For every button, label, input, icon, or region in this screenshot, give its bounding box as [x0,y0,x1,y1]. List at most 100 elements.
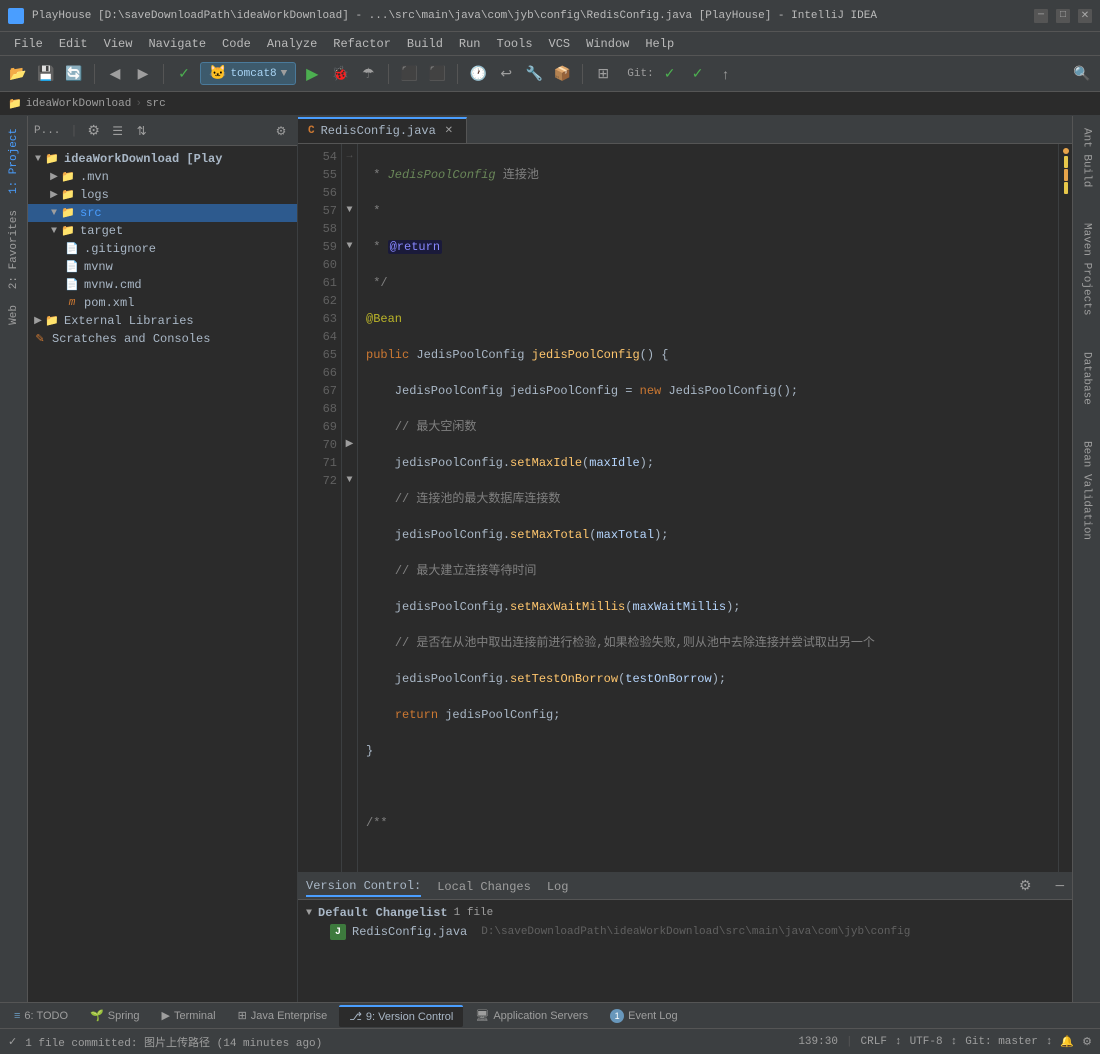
rollback-button[interactable]: ↩ [494,62,518,86]
panel-tab-project[interactable]: 1: Project [4,120,24,202]
menu-build[interactable]: Build [399,35,451,53]
minimize-button[interactable]: ─ [1034,9,1048,23]
tree-item-gitignore[interactable]: 📄 .gitignore [28,240,297,258]
sidebar-tool-gear[interactable]: ⚙ [271,121,291,141]
tool-tab-event-log[interactable]: 1 Event Log [600,1005,688,1027]
panel-tab-favorites[interactable]: 2: Favorites [4,202,24,297]
code-line-65: // 最大建立连接等待时间 [366,562,1050,580]
tree-item-mvn[interactable]: ▶ 📁 .mvn [28,168,297,186]
git-check-button[interactable]: ✓ [658,62,682,86]
status-git[interactable]: Git: master [965,1036,1038,1048]
menu-tools[interactable]: Tools [489,35,541,53]
tab-redisconfig[interactable]: C RedisConfig.java ✕ [298,117,467,143]
tool-tab-app-servers[interactable]: 🖥 Application Servers [465,1005,598,1027]
maximize-button[interactable]: □ [1056,9,1070,23]
undo-button[interactable]: ✓ [172,62,196,86]
code-content[interactable]: * JedisPoolConfig 连接池 * * @return */ @Be… [358,144,1058,872]
window-controls: ─ □ ✕ [1034,9,1092,23]
stop-button[interactable]: ⬛ [397,62,421,86]
sidebar-tool-settings[interactable]: ⚙ [84,121,104,141]
breadcrumb-ideawork[interactable]: ideaWorkDownload [26,98,132,110]
folder-icon-logs: 📁 [60,187,76,203]
right-panel-tab-ant[interactable]: Ant Build [1077,120,1097,195]
git-push-button[interactable]: ↑ [714,62,738,86]
tool-tab-java-enterprise[interactable]: ⊞ Java Enterprise [228,1005,338,1027]
terminal-icon: ▶ [162,1009,170,1022]
breadcrumb-sep: › [135,98,142,110]
menu-edit[interactable]: Edit [51,35,96,53]
toolbar-separator-3 [388,64,389,84]
tool-tab-spring[interactable]: 🌱 Spring [80,1005,150,1027]
step-button[interactable]: ⬛ [425,62,449,86]
sync-button[interactable]: 🔄 [62,62,86,86]
menu-window[interactable]: Window [578,35,637,53]
tree-arrow-logs: ▶ [48,189,60,201]
bottom-minimize-icon[interactable]: ─ [1056,879,1064,895]
sidebar-tool-expand[interactable]: ⇅ [132,121,152,141]
search-everywhere-button[interactable]: 🔍 [1070,62,1094,86]
todo-number: ≡ [14,1010,20,1022]
tree-item-src[interactable]: ▼ 📁 src [28,204,297,222]
changed-file-row[interactable]: J RedisConfig.java D:\saveDownloadPath\i… [306,922,1064,942]
menu-refactor[interactable]: Refactor [325,35,399,53]
tree-item-scratches[interactable]: ✎ Scratches and Consoles [28,330,297,348]
run-config-selector[interactable]: 🐱 tomcat8 ▼ [200,62,296,85]
tree-item-logs[interactable]: ▶ 📁 logs [28,186,297,204]
menu-view[interactable]: View [96,35,141,53]
menu-analyze[interactable]: Analyze [259,35,325,53]
menu-file[interactable]: File [6,35,51,53]
run-button[interactable]: ▶ [300,62,324,86]
status-line-ending[interactable]: CRLF [861,1036,887,1048]
sidebar-tool-collapse[interactable]: ☰ [108,121,128,141]
open-button[interactable]: 📂 [6,62,30,86]
bottom-gear-icon[interactable]: ⚙ [1019,878,1032,895]
file-tree: ▼ 📁 ideaWorkDownload [Play ▶ 📁 .mvn ▶ 📁 … [28,146,297,1002]
tree-item-target[interactable]: ▼ 📁 target [28,222,297,240]
tab-java-icon: C [308,125,315,137]
right-panel-tab-maven[interactable]: Maven Projects [1077,215,1097,323]
menu-navigate[interactable]: Navigate [140,35,214,53]
bottom-tab-local[interactable]: Local Changes [437,878,531,896]
history-button[interactable]: 🕐 [466,62,490,86]
panel-tab-web[interactable]: Web [4,297,24,333]
tab-close-redisconfig[interactable]: ✕ [442,124,456,138]
debug-button[interactable]: 🐞 [328,62,352,86]
menu-help[interactable]: Help [637,35,682,53]
tree-item-ext-libs[interactable]: ▶ 📁 External Libraries [28,312,297,330]
tree-item-pom[interactable]: m pom.xml [28,294,297,312]
settings-button[interactable]: 🔧 [522,62,546,86]
tree-label-mvnw: mvnw [84,260,113,274]
menu-vcs[interactable]: VCS [541,35,579,53]
status-position[interactable]: 139:30 [798,1036,838,1048]
menu-run[interactable]: Run [451,35,489,53]
line-numbers: 54 55 56 57 58 59 60 61 62 63 64 65 66 6… [298,144,342,872]
bottom-tab-log[interactable]: Log [547,878,569,896]
menu-code[interactable]: Code [214,35,259,53]
save-button[interactable]: 💾 [34,62,58,86]
event-log-label: Event Log [628,1010,678,1022]
close-button[interactable]: ✕ [1078,9,1092,23]
project-structure-button[interactable]: 📦 [550,62,574,86]
tree-item-mvnwcmd[interactable]: 📄 mvnw.cmd [28,276,297,294]
bottom-toolbar: ≡ 6: TODO 🌱 Spring ▶ Terminal ⊞ Java Ent… [0,1002,1100,1028]
changed-file-name: RedisConfig.java [352,925,467,939]
code-line-60: JedisPoolConfig jedisPoolConfig = new Je… [366,382,1050,400]
git-ok-button[interactable]: ✓ [686,62,710,86]
tool-tab-version-control[interactable]: ⎇ 9: Version Control [339,1005,463,1027]
coverage-button[interactable]: ☂ [356,62,380,86]
code-line-62: jedisPoolConfig.setMaxIdle(maxIdle); [366,454,1050,472]
right-panel-tab-bean[interactable]: Bean Validation [1077,433,1097,548]
tree-item-mvnw[interactable]: 📄 mvnw [28,258,297,276]
tree-item-ideawork[interactable]: ▼ 📁 ideaWorkDownload [Play [28,150,297,168]
bottom-tab-vc[interactable]: Version Control: [306,877,421,897]
forward-button[interactable]: ▶ [131,62,155,86]
extra-button[interactable]: ⊞ [591,62,615,86]
breadcrumb-src[interactable]: src [146,98,166,110]
tool-tab-terminal[interactable]: ▶ Terminal [152,1005,226,1027]
event-log-badge: 1 [610,1009,624,1023]
back-button[interactable]: ◀ [103,62,127,86]
tool-tab-todo[interactable]: ≡ 6: TODO [4,1005,78,1027]
status-encoding[interactable]: UTF-8 [910,1036,943,1048]
right-panel-tab-db[interactable]: Database [1077,344,1097,413]
code-line-69: return jedisPoolConfig; [366,706,1050,724]
